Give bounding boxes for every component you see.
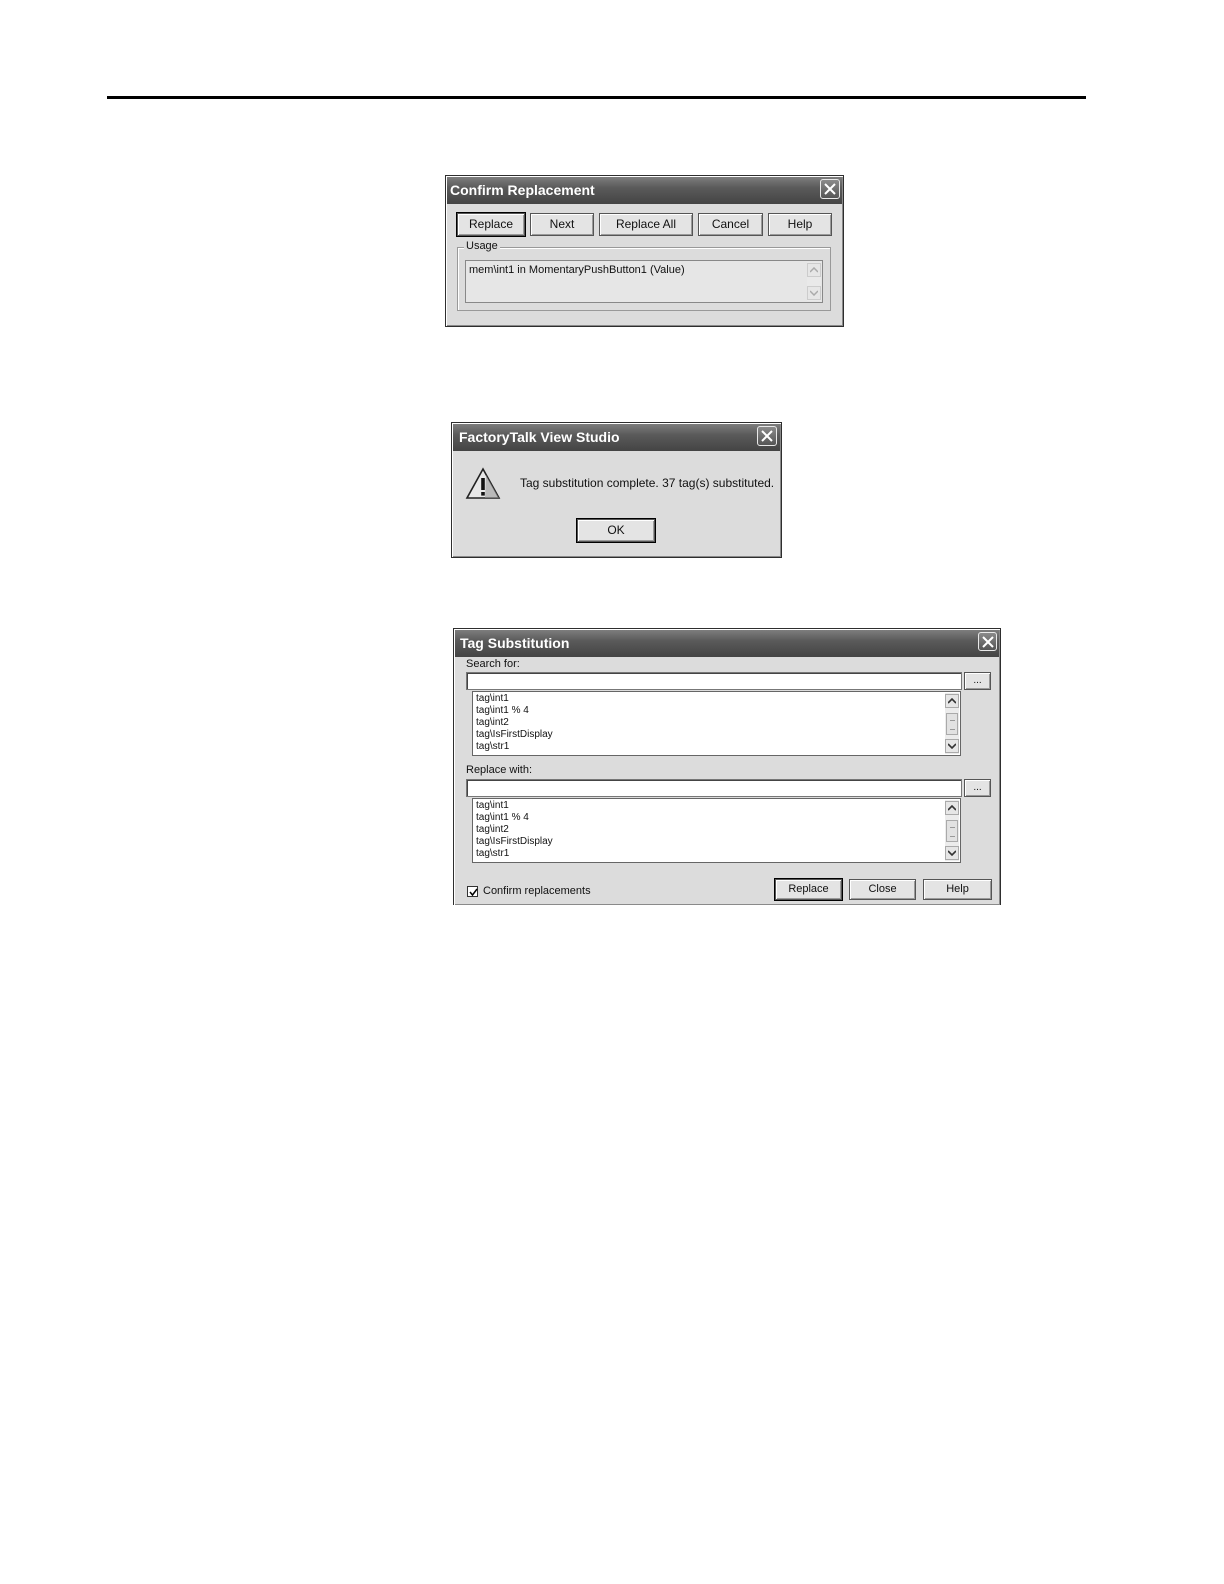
cancel-button[interactable]: Cancel [698, 213, 763, 236]
list-item[interactable]: tag\int1 [476, 693, 553, 705]
list-item[interactable]: tag\int1 % 4 [476, 705, 553, 717]
search-for-input[interactable] [466, 672, 962, 690]
dialog-title: Confirm Replacement [450, 182, 595, 198]
scroll-up-icon[interactable] [807, 263, 821, 277]
replace-with-input[interactable] [466, 779, 962, 797]
search-browse-button[interactable]: ... [964, 672, 991, 690]
ok-button[interactable]: OK [576, 518, 656, 543]
next-button[interactable]: Next [530, 213, 594, 236]
dialog-title-bar[interactable]: Confirm Replacement [447, 177, 842, 204]
replace-button[interactable]: Replace [774, 878, 843, 901]
confirm-replacements-label[interactable]: Confirm replacements [483, 885, 591, 897]
scroll-down-icon[interactable] [945, 846, 959, 860]
usage-label: Usage [464, 240, 500, 252]
list-item[interactable]: tag\str1 [476, 848, 553, 860]
list-item[interactable]: tag\IsFirstDisplay [476, 836, 553, 848]
list-item[interactable]: tag\int1 [476, 800, 553, 812]
confirm-replacement-dialog: Confirm Replacement Replace Next Replace… [445, 175, 844, 327]
help-button[interactable]: Help [923, 879, 992, 900]
list-item[interactable]: tag\int1 % 4 [476, 812, 553, 824]
message-text: Tag substitution complete. 37 tag(s) sub… [520, 476, 775, 490]
list-item[interactable]: tag\int2 [476, 824, 553, 836]
help-button[interactable]: Help [768, 213, 832, 236]
usage-entry[interactable]: mem\int1 in MomentaryPushButton1 (Value) [469, 263, 685, 277]
scroll-thumb[interactable] [946, 820, 958, 842]
scroll-down-icon[interactable] [807, 286, 821, 300]
search-for-list[interactable]: tag\int1 tag\int1 % 4 tag\int2 tag\IsFirstD… [472, 691, 961, 756]
dialog-title-bar[interactable]: Tag Substitution [455, 630, 999, 657]
usage-list[interactable]: mem\int1 in MomentaryPushButton1 (Value) [465, 260, 823, 303]
usage-group: Usage mem\int1 in MomentaryPushButton1 (… [457, 240, 831, 311]
close-icon[interactable] [820, 179, 840, 199]
search-for-label: Search for: [466, 658, 520, 670]
scroll-down-icon[interactable] [945, 739, 959, 753]
tag-substitution-dialog: Tag Substitution Search for: ... tag\int… [453, 628, 1001, 905]
replace-all-button[interactable]: Replace All [599, 213, 693, 236]
scroll-thumb[interactable] [946, 713, 958, 735]
close-button[interactable]: Close [849, 879, 916, 900]
dialog-title: Tag Substitution [460, 635, 570, 651]
dialog-title: FactoryTalk View Studio [459, 429, 620, 445]
close-icon[interactable] [757, 426, 777, 446]
scroll-up-icon[interactable] [945, 801, 959, 815]
message-dialog: FactoryTalk View Studio Tag substitution… [451, 422, 782, 558]
warning-icon [465, 467, 501, 500]
list-item[interactable]: tag\IsFirstDisplay [476, 729, 553, 741]
scroll-up-icon[interactable] [945, 694, 959, 708]
page-header-rule [107, 96, 1086, 99]
replace-browse-button[interactable]: ... [964, 779, 991, 797]
list-item[interactable]: tag\int2 [476, 717, 553, 729]
close-icon[interactable] [978, 632, 997, 651]
replace-with-list[interactable]: tag\int1 tag\int1 % 4 tag\int2 tag\IsFirstD… [472, 798, 961, 863]
list-item[interactable]: tag\str1 [476, 741, 553, 753]
dialog-title-bar[interactable]: FactoryTalk View Studio [453, 424, 780, 451]
replace-button[interactable]: Replace [456, 212, 526, 237]
confirm-replacements-checkbox[interactable] [467, 886, 478, 897]
replace-with-label: Replace with: [466, 764, 533, 776]
